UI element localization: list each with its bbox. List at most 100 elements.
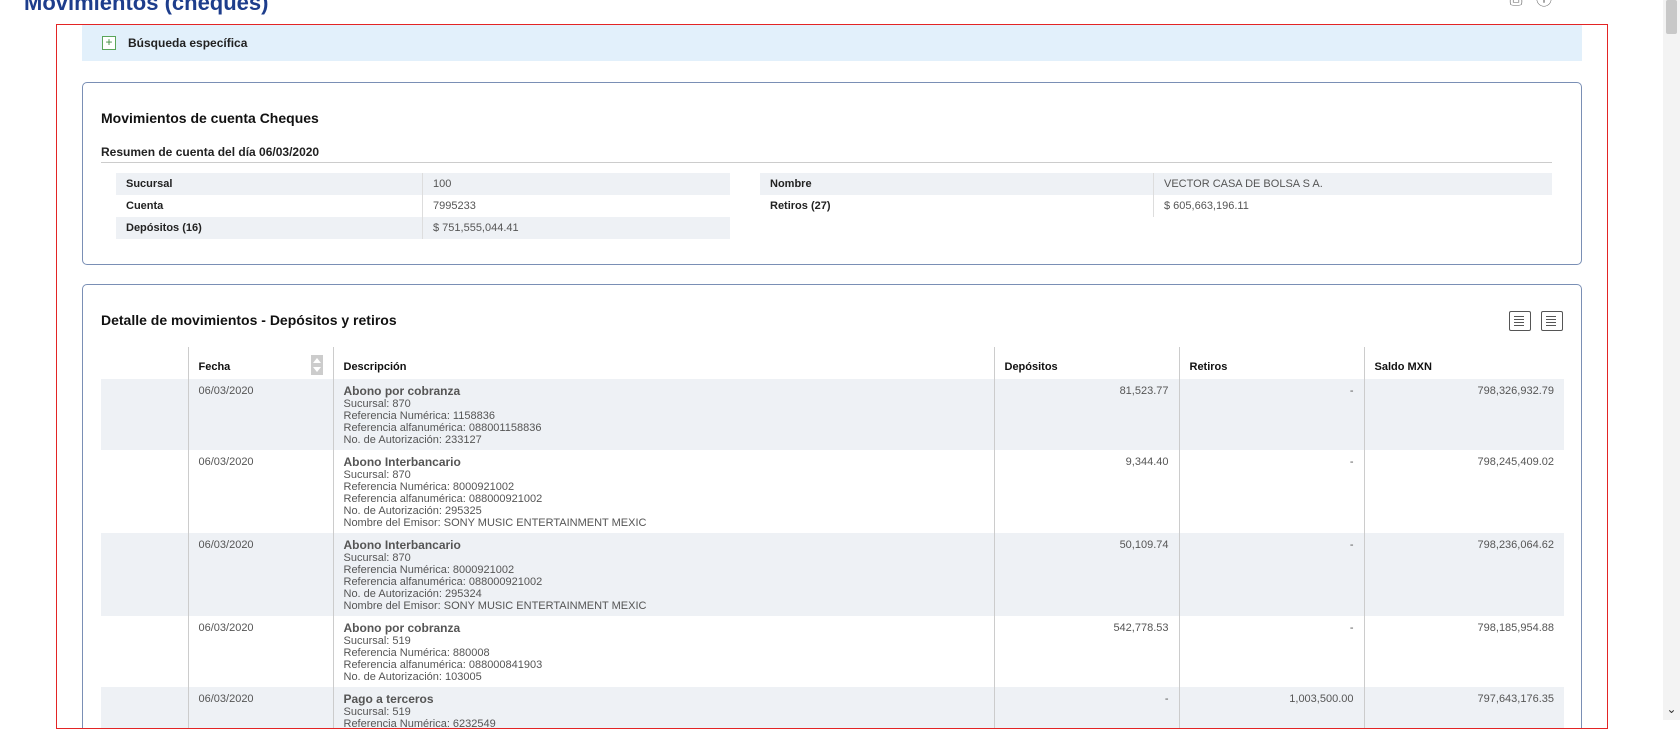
export-pdf-icon[interactable] (1509, 311, 1531, 331)
help-icon[interactable]: ⓘ (1534, 0, 1554, 10)
header-fecha[interactable]: Fecha (187, 347, 333, 379)
page-scrollbar[interactable]: ⌄ (1663, 0, 1680, 720)
cell-retiros: - (1178, 379, 1364, 450)
cell-fecha: 06/03/2020 (187, 616, 333, 687)
movement-detail-line: Referencia Numérica: 880008 (343, 647, 490, 659)
row-spacer (101, 533, 188, 616)
summary-subtitle: Resumen de cuenta del día 06/03/2020 (101, 145, 1552, 163)
cell-descripcion: Abono por cobranza Sucursal: 519 Referenci… (332, 616, 994, 687)
row-spacer (101, 616, 188, 687)
header-retiros: Retiros (1178, 347, 1364, 379)
specific-search-toggle[interactable]: + Búsqueda específica (82, 25, 1582, 61)
movements-table: Fecha Descripción Depósitos Retiros Sald… (101, 347, 1564, 729)
movement-detail-line: Nombre del Emisor: SONY MUSIC ENTERTAINM… (343, 600, 647, 612)
detail-title: Detalle de movimientos - Depósitos y ret… (101, 312, 397, 328)
movement-title: Abono por cobranza (343, 384, 461, 398)
movement-title: Pago a terceros (343, 692, 434, 706)
summary-row: Nombre VECTOR CASA DE BOLSA S A. (760, 173, 1552, 195)
sort-icon[interactable] (310, 355, 323, 375)
movement-detail-line: Sucursal: 870 (343, 398, 411, 410)
movement-detail-line: Referencia Numérica: 8000921002 (343, 564, 515, 576)
header-spacer (101, 347, 188, 379)
cell-descripcion: Abono por cobranza Sucursal: 870 Referenci… (332, 379, 994, 450)
header-saldo: Saldo MXN (1363, 347, 1564, 379)
table-row: 06/03/2020 Abono por cobranza Sucursal: 51… (101, 616, 1564, 687)
movement-detail-line: Nombre del Emisor: SONY MUSIC ENTERTAINM… (343, 517, 647, 529)
movement-detail-line: Referencia Numérica: 8000921002 (343, 481, 515, 493)
cell-fecha: 06/03/2020 (187, 533, 333, 616)
cell-depositos: - (993, 687, 1179, 728)
header-fecha-label: Fecha (198, 361, 231, 373)
cell-saldo: 798,326,932.79 (1363, 379, 1564, 450)
movement-title: Abono Interbancario (343, 538, 461, 552)
summary-right-table: Nombre VECTOR CASA DE BOLSA S A. Retiros… (760, 173, 1552, 217)
summary-value: $ 605,663,196.11 (1164, 200, 1249, 212)
page-title: Movimientos (cheques) (24, 0, 269, 15)
summary-value: VECTOR CASA DE BOLSA S A. (1164, 178, 1323, 190)
movement-detail-line: Referencia alfanumérica: 088000921002 (343, 493, 543, 505)
movement-detail-line: Referencia alfanumérica: 088000921002 (343, 576, 543, 588)
export-file-icon[interactable] (1541, 311, 1563, 331)
table-row: 06/03/2020 Abono por cobranza Sucursal: 87… (101, 379, 1564, 450)
table-row: 06/03/2020 Abono Interbancario Sucursal: 8… (101, 533, 1564, 616)
cell-descripcion: Abono Interbancario Sucursal: 870 Referenc… (332, 450, 994, 533)
row-spacer (101, 379, 188, 450)
cell-saldo: 798,236,064.62 (1363, 533, 1564, 616)
cell-descripcion: Pago a terceros Sucursal: 519 Referencia N… (332, 687, 994, 729)
movement-detail-line: Sucursal: 519 (343, 706, 411, 718)
row-spacer (101, 687, 188, 728)
cell-retiros: - (1178, 616, 1364, 687)
cell-depositos: 50,109.74 (993, 533, 1179, 616)
summary-value: 7995233 (433, 200, 476, 212)
expand-plus-icon[interactable]: + (102, 36, 116, 50)
cell-fecha: 06/03/2020 (187, 687, 333, 728)
movement-detail-line: Referencia alfanumérica: 088000841903 (343, 659, 543, 671)
header-depositos: Depósitos (993, 347, 1179, 379)
table-header-row: Fecha Descripción Depósitos Retiros Sald… (101, 347, 1564, 379)
movements-detail-panel: Detalle de movimientos - Depósitos y ret… (82, 284, 1582, 729)
scrollbar-thumb[interactable] (1666, 0, 1677, 34)
detail-actions (1509, 311, 1563, 331)
movement-detail-line: Sucursal: 870 (343, 552, 411, 564)
cell-fecha: 06/03/2020 (187, 450, 333, 533)
summary-row: Depósitos (16) $ 751,555,044.41 (116, 217, 730, 239)
specific-search-label[interactable]: Búsqueda específica (128, 36, 247, 50)
movement-title: Abono por cobranza (343, 621, 461, 635)
movement-detail-line: Referencia Numérica: 6232549 (343, 718, 496, 729)
header-descripcion: Descripción (332, 347, 994, 379)
cell-depositos: 81,523.77 (993, 379, 1179, 450)
movement-detail-line: No. de Autorización: 295324 (343, 588, 482, 600)
cell-retiros: - (1178, 533, 1364, 616)
print-icon[interactable]: ⎙ (1506, 0, 1526, 10)
movements-body: 06/03/2020 Abono por cobranza Sucursal: 87… (101, 379, 1564, 729)
top-icons: ⎙ ⓘ (1506, 0, 1554, 10)
table-row: 06/03/2020 Pago a terceros Sucursal: 519 Re… (101, 687, 1564, 729)
summary-row: Retiros (27) $ 605,663,196.11 (760, 195, 1552, 217)
movement-title: Abono Interbancario (343, 455, 461, 469)
movement-detail-line: Referencia Numérica: 1158836 (343, 410, 495, 422)
cell-depositos: 9,344.40 (993, 450, 1179, 533)
movement-detail-line: No. de Autorización: 103005 (343, 671, 482, 683)
summary-left-table: Sucursal 100 Cuenta 7995233 Depósitos (1… (116, 173, 730, 239)
cell-saldo: 798,185,954.88 (1363, 616, 1564, 687)
movement-detail-line: No. de Autorización: 233127 (343, 434, 482, 446)
summary-row: Cuenta 7995233 (116, 195, 730, 217)
movement-detail-line: Sucursal: 519 (343, 635, 411, 647)
summary-label: Depósitos (16) (116, 217, 423, 239)
cell-retiros: - (1178, 450, 1364, 533)
account-summary-panel: Movimientos de cuenta Cheques Resumen de… (82, 82, 1582, 265)
cell-depositos: 542,778.53 (993, 616, 1179, 687)
summary-row: Sucursal 100 (116, 173, 730, 195)
cell-saldo: 798,245,409.02 (1363, 450, 1564, 533)
summary-label: Retiros (27) (760, 195, 1154, 217)
summary-value: 100 (433, 178, 452, 190)
summary-label: Sucursal (116, 173, 423, 195)
content-frame: + Búsqueda específica Movimientos de cue… (56, 24, 1608, 729)
summary-value: $ 751,555,044.41 (433, 222, 519, 234)
summary-label: Nombre (760, 173, 1154, 195)
summary-title: Movimientos de cuenta Cheques (101, 110, 319, 126)
cell-descripcion: Abono Interbancario Sucursal: 870 Referenc… (332, 533, 994, 616)
scroll-down-icon[interactable]: ⌄ (1663, 702, 1680, 716)
movement-detail-line: Sucursal: 870 (343, 469, 411, 481)
movement-detail-line: Referencia alfanumérica: 088001158836 (343, 422, 542, 434)
